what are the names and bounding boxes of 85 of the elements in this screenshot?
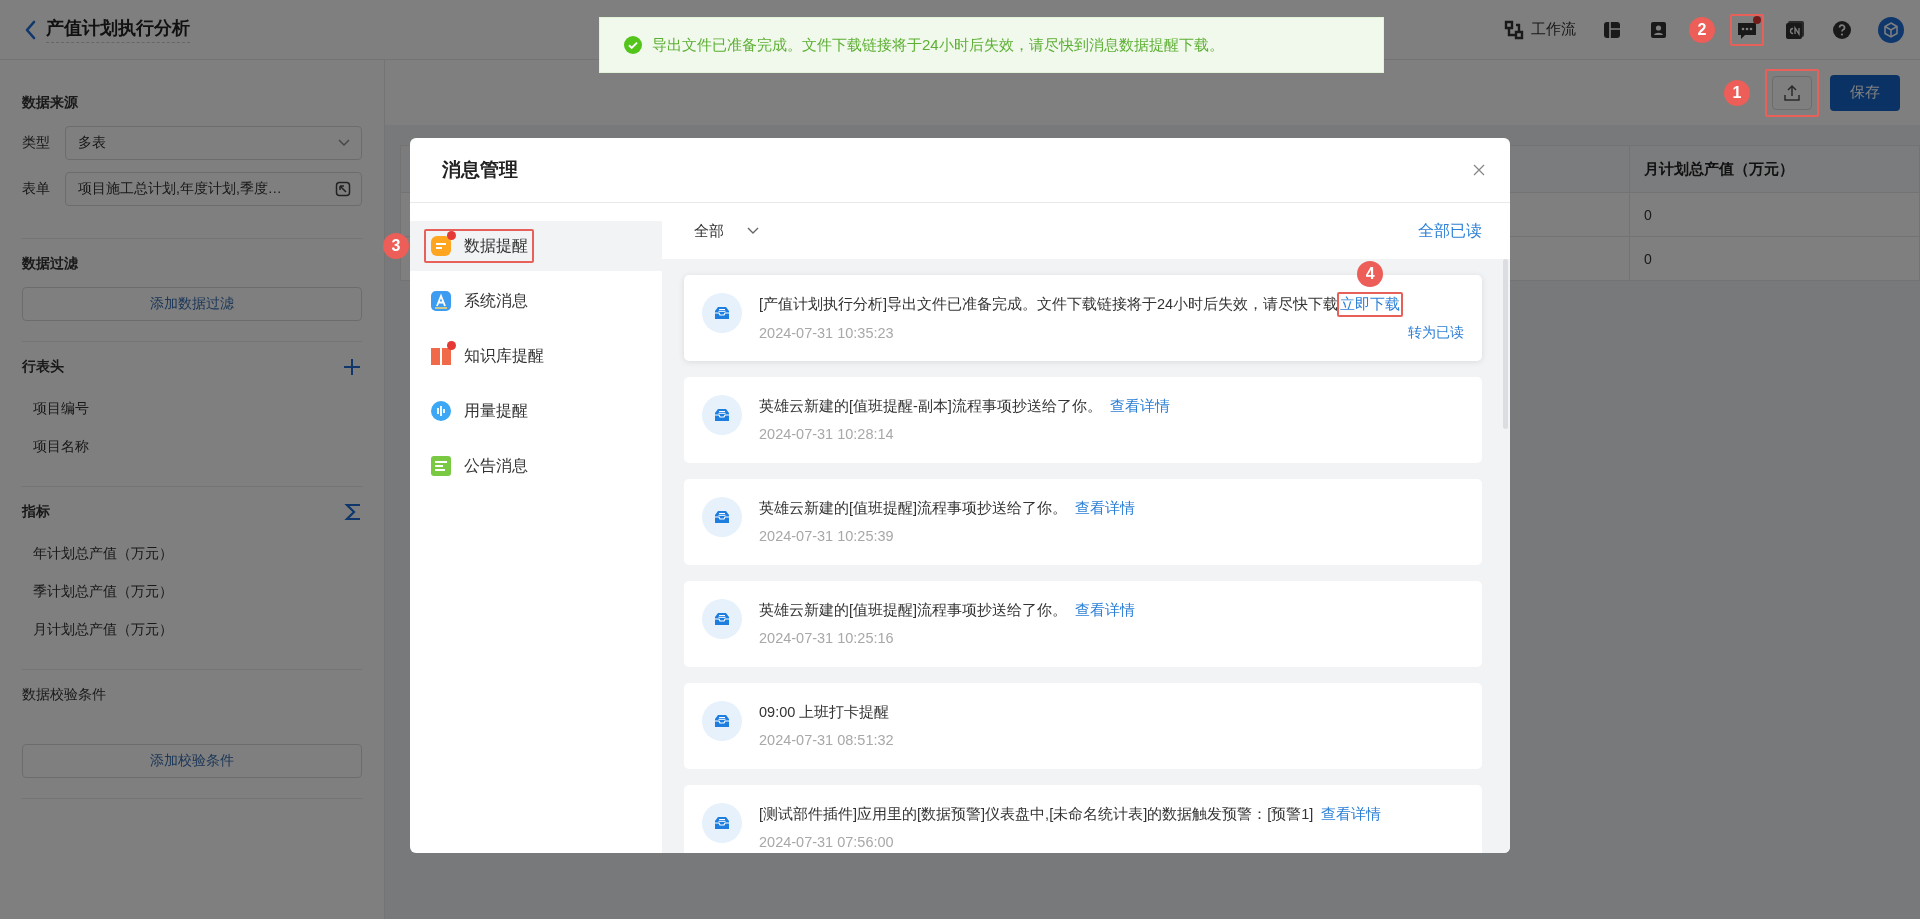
list-item[interactable]: 项目编号 bbox=[22, 390, 362, 428]
message-link[interactable]: 查看详情 bbox=[1321, 805, 1382, 824]
chevron-down-icon bbox=[337, 138, 351, 148]
inbox-icon bbox=[714, 510, 730, 524]
message-link[interactable]: 立即下载 bbox=[1340, 295, 1401, 314]
message-time: 2024-07-31 10:35:23 bbox=[759, 325, 894, 341]
message-card[interactable]: 09:00 上班打卡提醒 2024-07-31 08:51:32 bbox=[684, 683, 1482, 769]
type-select[interactable]: 多表 bbox=[65, 126, 362, 160]
letter-icon bbox=[430, 290, 452, 312]
inbox-icon bbox=[714, 714, 730, 728]
success-icon bbox=[624, 36, 642, 54]
avatar-icon[interactable] bbox=[1878, 16, 1904, 43]
notice-icon bbox=[430, 455, 452, 477]
message-link[interactable]: 查看详情 bbox=[1075, 601, 1136, 620]
table-cell: 0 bbox=[1629, 192, 1920, 237]
save-button[interactable]: 保存 bbox=[1830, 74, 1900, 111]
scrollbar[interactable] bbox=[1503, 259, 1508, 429]
page-title: 产值计划执行分析 bbox=[46, 16, 190, 43]
message-link[interactable]: 查看详情 bbox=[1109, 397, 1170, 416]
message-text: [产值计划执行分析]导出文件已准备完成。文件下载链接将于24小时后失效，请尽快下载 bbox=[759, 295, 1339, 314]
category-item[interactable]: 系统消息 bbox=[410, 276, 662, 326]
upload-icon bbox=[1783, 83, 1801, 102]
inbox-icon bbox=[714, 612, 730, 626]
add-icon[interactable] bbox=[342, 357, 362, 377]
field-label: 类型 bbox=[22, 134, 51, 152]
filter-select[interactable]: 全部 bbox=[694, 221, 760, 241]
inbox-icon bbox=[714, 816, 730, 830]
mark-all-read-link[interactable]: 全部已读 bbox=[1418, 220, 1482, 242]
message-text: 英雄云新建的[值班提醒-副本]流程事项抄送给了你。 bbox=[759, 397, 1102, 416]
add-button[interactable]: 添加数据过滤 bbox=[22, 287, 362, 321]
form-picker[interactable]: 项目施工总计划,年度计划,季度… bbox=[65, 172, 362, 206]
list-item[interactable]: 月计划总产值（万元） bbox=[22, 611, 362, 649]
message-card[interactable]: 英雄云新建的[值班提醒-副本]流程事项抄送给了你。 查看详情 2024-07-31 10:28:14 bbox=[684, 377, 1482, 463]
field-label: 表单 bbox=[22, 180, 51, 198]
workflow-button[interactable]: 工作流 bbox=[1503, 18, 1576, 41]
export-button[interactable] bbox=[1772, 75, 1812, 110]
message-card[interactable]: [测试部件插件]应用里的[数据预警]仪表盘中,[未命名统计表]的数据触发预警：[预警1] 查看详情 2024-07-31 07:56:00 bbox=[684, 785, 1482, 853]
table-cell: 0 bbox=[1629, 236, 1920, 281]
inbox-icon bbox=[714, 408, 730, 422]
category-item[interactable]: 用量提醒 bbox=[410, 386, 662, 436]
language-icon[interactable] bbox=[1784, 19, 1806, 40]
section-title: 数据校验条件 bbox=[22, 686, 106, 704]
close-icon[interactable] bbox=[1472, 163, 1486, 177]
category-item[interactable]: 公告消息 bbox=[410, 441, 662, 491]
list-item[interactable]: 季计划总产值（万元） bbox=[22, 573, 362, 611]
inbox-icon bbox=[714, 306, 730, 320]
message-text: 09:00 上班打卡提醒 bbox=[759, 703, 890, 722]
book-icon bbox=[430, 345, 452, 367]
highlight-frame bbox=[1730, 13, 1764, 46]
dialog-title: 消息管理 bbox=[442, 158, 518, 182]
message-text: 英雄云新建的[值班提醒]流程事项抄送给了你。 bbox=[759, 601, 1068, 620]
workflow-icon bbox=[1503, 18, 1525, 41]
message-time: 2024-07-31 10:28:14 bbox=[759, 426, 894, 442]
section-title: 数据过滤 bbox=[22, 255, 78, 273]
layout-icon[interactable] bbox=[1602, 19, 1622, 40]
chevron-down-icon bbox=[746, 226, 760, 236]
back-icon[interactable] bbox=[24, 19, 36, 40]
document-icon bbox=[430, 235, 452, 257]
message-card[interactable]: 英雄云新建的[值班提醒]流程事项抄送给了你。 查看详情 2024-07-31 10:25:16 bbox=[684, 581, 1482, 667]
highlight-frame bbox=[1337, 292, 1404, 317]
message-time: 2024-07-31 10:25:39 bbox=[759, 528, 894, 544]
message-text: 英雄云新建的[值班提醒]流程事项抄送给了你。 bbox=[759, 499, 1068, 518]
message-time: 2024-07-31 07:56:00 bbox=[759, 834, 894, 850]
section-title: 数据来源 bbox=[22, 94, 78, 112]
mark-read-link[interactable]: 转为已读 bbox=[1408, 324, 1464, 342]
contacts-icon[interactable] bbox=[1648, 19, 1668, 40]
message-time: 2024-07-31 08:51:32 bbox=[759, 732, 894, 748]
section-title: 行表头 bbox=[22, 358, 64, 376]
sum-icon[interactable] bbox=[344, 502, 362, 522]
usage-icon bbox=[430, 400, 452, 422]
table-header-cell: 月计划总产值（万元） bbox=[1629, 145, 1920, 193]
help-icon[interactable] bbox=[1832, 19, 1852, 40]
section-title: 指标 bbox=[22, 503, 50, 521]
category-item[interactable]: 知识库提醒 bbox=[410, 331, 662, 381]
highlight-frame bbox=[1765, 68, 1819, 117]
list-item[interactable]: 项目名称 bbox=[22, 428, 362, 466]
list-item[interactable]: 年计划总产值（万元） bbox=[22, 535, 362, 573]
pick-icon bbox=[335, 181, 351, 197]
message-link[interactable]: 查看详情 bbox=[1075, 499, 1136, 518]
message-card[interactable]: 英雄云新建的[值班提醒]流程事项抄送给了你。 查看详情 2024-07-31 10:25:39 bbox=[684, 479, 1482, 565]
add-button[interactable]: 添加校验条件 bbox=[22, 744, 362, 778]
category-item[interactable]: 数据提醒 bbox=[410, 221, 662, 271]
message-time: 2024-07-31 10:25:16 bbox=[759, 630, 894, 646]
message-text: [测试部件插件]应用里的[数据预警]仪表盘中,[未命名统计表]的数据触发预警：[预警1] bbox=[759, 805, 1314, 824]
toast-message: 导出文件已准备完成。文件下载链接将于24小时后失效，请尽快到消息数据提醒下载。 bbox=[652, 35, 1224, 55]
